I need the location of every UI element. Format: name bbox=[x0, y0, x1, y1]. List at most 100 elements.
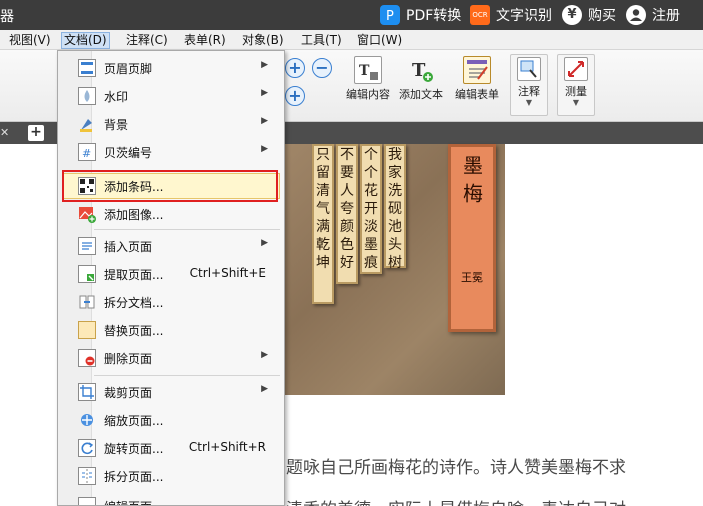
pdf-convert-icon: P bbox=[380, 5, 400, 25]
menu-item-scale-pages[interactable]: 缩放页面... bbox=[62, 407, 280, 433]
poem-scroll: 我家洗砚池头树 bbox=[384, 144, 406, 271]
menu-item-shortcut: Ctrl+Shift+R bbox=[188, 440, 266, 454]
watermark-icon bbox=[78, 87, 96, 105]
menu-item-rotate-pages[interactable]: 旋转页面... Ctrl+Shift+R bbox=[62, 435, 280, 461]
painting-author-text: 王冕 bbox=[461, 271, 483, 284]
register-button[interactable]: 注册 bbox=[626, 4, 680, 26]
edit-form-button[interactable]: 编辑表单 bbox=[450, 54, 504, 102]
zoom-add-icon[interactable]: + bbox=[285, 86, 305, 106]
comment-button[interactable]: 注释 ▼ bbox=[510, 54, 548, 116]
split-page-icon bbox=[78, 467, 96, 485]
document-menu: 页眉页脚 ▶ 水印 ▶ 背景 ▶ # 贝茨编号 ▶ 添加条码... 添加图像..… bbox=[57, 50, 285, 506]
split-document-icon bbox=[78, 293, 96, 311]
submenu-arrow-icon: ▶ bbox=[261, 384, 268, 394]
app-title: 器 bbox=[0, 9, 14, 25]
menu-item-background[interactable]: 背景 ▶ bbox=[62, 111, 280, 137]
poem-scroll: 个个花开淡墨痕 bbox=[360, 144, 382, 274]
comment-label: 注释 bbox=[518, 85, 540, 98]
measure-dropdown-icon[interactable]: ▼ bbox=[558, 98, 594, 107]
menu-item-label: 水印 bbox=[104, 90, 129, 104]
highlight-frame bbox=[62, 170, 278, 202]
measure-label: 测量 bbox=[565, 85, 587, 98]
menu-item-shortcut: Ctrl+Shift+E bbox=[189, 266, 266, 280]
menu-item-label: 旋转页面... bbox=[104, 442, 164, 456]
insert-page-icon bbox=[78, 237, 96, 255]
menu-item-bates-numbering[interactable]: # 贝茨编号 ▶ bbox=[62, 139, 280, 165]
buy-button[interactable]: ¥ 购买 bbox=[562, 4, 616, 26]
menu-item-split-document[interactable]: 拆分文档... bbox=[62, 289, 280, 315]
add-text-icon: T bbox=[407, 56, 435, 84]
menu-item-add-image[interactable]: 添加图像... bbox=[62, 201, 280, 227]
background-icon bbox=[78, 115, 96, 133]
svg-text:#: # bbox=[82, 147, 91, 160]
menu-item-delete-pages[interactable]: 删除页面 ▶ bbox=[62, 345, 280, 371]
menu-window[interactable]: 窗口(W) bbox=[355, 32, 404, 49]
painting-title: 墨梅 bbox=[451, 155, 493, 216]
measure-button[interactable]: 测量 ▼ bbox=[557, 54, 595, 116]
ocr-badge: OCR bbox=[472, 11, 488, 19]
edit-content-icon: T bbox=[354, 56, 382, 84]
edit-content-label: 编辑内容 bbox=[346, 88, 390, 101]
menu-item-crop-pages[interactable]: 裁剪页面 ▶ bbox=[62, 379, 280, 405]
rotate-page-icon bbox=[78, 439, 96, 457]
menu-item-label: 缩放页面... bbox=[104, 414, 164, 428]
pdf-convert-label: PDF转换 bbox=[406, 8, 462, 24]
poem-column: 我家洗砚池头树 bbox=[388, 147, 402, 271]
menu-item-insert-page[interactable]: 插入页面 ▶ bbox=[62, 233, 280, 259]
comment-dropdown-icon[interactable]: ▼ bbox=[511, 98, 547, 107]
comment-icon bbox=[517, 57, 541, 81]
submenu-arrow-icon: ▶ bbox=[261, 238, 268, 248]
scale-page-icon bbox=[78, 411, 96, 429]
menu-item-label: 裁剪页面 bbox=[104, 386, 153, 400]
menu-item-label: 编辑页面 bbox=[104, 498, 152, 505]
menu-document[interactable]: 文档(D) bbox=[61, 32, 110, 49]
menu-item-label: 替换页面... bbox=[104, 324, 164, 338]
menu-item-label: 页眉页脚 bbox=[104, 62, 153, 76]
menu-separator bbox=[94, 229, 280, 230]
menu-item-label: 背景 bbox=[104, 118, 129, 132]
pdf-convert-button[interactable]: P PDF转换 bbox=[380, 4, 461, 26]
new-tab-button[interactable]: + bbox=[28, 125, 44, 141]
poem-scroll: 不要人夸颜色好 bbox=[336, 144, 358, 284]
yen-icon: ¥ bbox=[562, 5, 582, 25]
edit-content-button[interactable]: T 编辑内容 bbox=[341, 54, 395, 102]
document-body-line-2: 清香的美德，实际上是借梅自喻，表达自己对 bbox=[286, 495, 626, 506]
menu-item-extract-pages[interactable]: 提取页面... Ctrl+Shift+E bbox=[62, 261, 280, 287]
menu-comment[interactable]: 注释(C) bbox=[124, 32, 170, 49]
extract-page-icon bbox=[78, 265, 96, 283]
menu-item-header-footer[interactable]: 页眉页脚 ▶ bbox=[62, 55, 280, 81]
document-body-line-1: 题咏自己所画梅花的诗作。诗人赞美墨梅不求 bbox=[286, 458, 626, 478]
submenu-arrow-icon: ▶ bbox=[261, 350, 268, 360]
add-image-icon bbox=[78, 205, 96, 223]
submenu-arrow-icon: ▶ bbox=[261, 144, 268, 154]
add-text-button[interactable]: T 添加文本 bbox=[394, 54, 448, 102]
ocr-icon: OCR bbox=[470, 5, 490, 25]
submenu-arrow-icon: ▶ bbox=[261, 60, 268, 70]
add-text-label: 添加文本 bbox=[399, 88, 443, 101]
menu-item-edit-pages[interactable]: 编辑页面 bbox=[62, 493, 280, 505]
edit-form-label: 编辑表单 bbox=[455, 88, 499, 101]
svg-text:P: P bbox=[386, 9, 394, 24]
crop-icon bbox=[78, 383, 96, 401]
poem-column: 个个花开淡墨痕 bbox=[364, 147, 378, 271]
delete-page-icon bbox=[78, 349, 96, 367]
menu-item-watermark[interactable]: 水印 ▶ bbox=[62, 83, 280, 109]
tab-close-icon[interactable]: ✕ bbox=[0, 126, 24, 140]
ocr-button[interactable]: OCR 文字识别 bbox=[470, 4, 552, 26]
zoom-in-icon[interactable]: + bbox=[285, 58, 305, 78]
replace-page-icon bbox=[78, 321, 96, 339]
menu-item-split-pages[interactable]: 拆分页面... bbox=[62, 463, 280, 489]
poem-column: 只留清气满乾坤 bbox=[316, 147, 330, 271]
yen-glyph: ¥ bbox=[567, 7, 577, 22]
menu-form[interactable]: 表单(R) bbox=[182, 32, 228, 49]
menu-view[interactable]: 视图(V) bbox=[7, 32, 53, 49]
menu-tools[interactable]: 工具(T) bbox=[299, 32, 344, 49]
edit-form-icon bbox=[463, 56, 491, 84]
zoom-out-icon[interactable]: − bbox=[312, 58, 332, 78]
painting-title-text: 墨梅 bbox=[459, 155, 484, 211]
menu-item-label: 拆分文档... bbox=[104, 296, 164, 310]
menu-item-replace-pages[interactable]: 替换页面... bbox=[62, 317, 280, 343]
menu-bar: 视图(V) 文档(D) 注释(C) 表单(R) 对象(B) 工具(T) 窗口(W… bbox=[0, 30, 703, 50]
menu-item-label: 添加图像... bbox=[104, 208, 164, 222]
menu-object[interactable]: 对象(B) bbox=[240, 32, 286, 49]
